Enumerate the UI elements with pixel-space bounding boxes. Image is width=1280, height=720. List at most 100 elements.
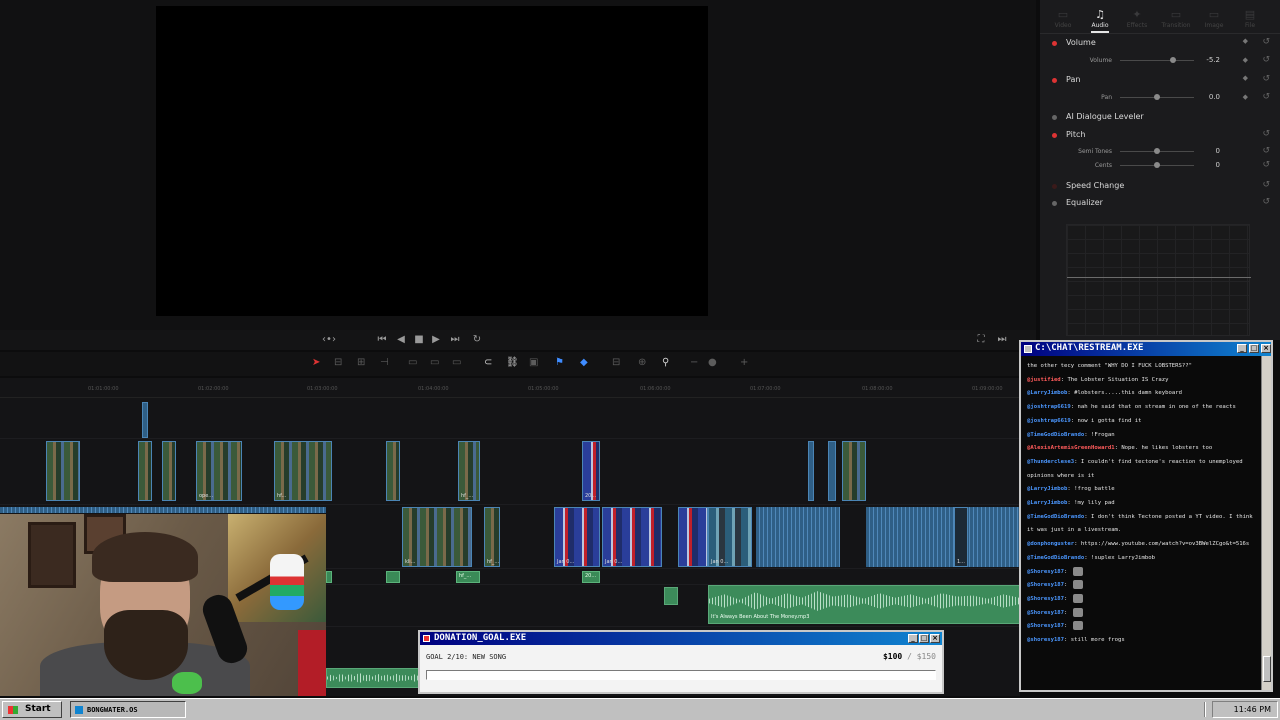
keyframe-icon[interactable]: ◆ (1243, 56, 1248, 64)
chat-username[interactable]: @Shoresy187 (1027, 610, 1064, 616)
enable-toggle[interactable] (1052, 41, 1057, 46)
equalizer-graph[interactable] (1066, 224, 1251, 336)
fullscreen-icon[interactable]: ⛶ (974, 333, 988, 347)
volume-value[interactable]: -5.2 (1190, 56, 1220, 64)
stop-icon[interactable]: ■ (412, 333, 426, 347)
zoom-out-icon[interactable]: − (690, 357, 698, 368)
chat-username[interactable]: @LarryJimbob (1027, 500, 1067, 506)
chat-username[interactable]: @Thunderclese3 (1027, 459, 1074, 465)
audio-clip[interactable] (664, 587, 678, 605)
pitch-section[interactable]: Pitch ↺ (1040, 128, 1280, 144)
keyframe-icon[interactable]: ◆ (1243, 37, 1248, 45)
close-button[interactable]: × (1261, 344, 1271, 353)
chat-username[interactable]: @TimeGodDioBrando (1027, 432, 1084, 438)
title-clip[interactable] (326, 571, 332, 583)
reset-icon[interactable]: ↺ (1262, 55, 1270, 65)
chat-username[interactable]: @LarryJimbob (1027, 390, 1067, 396)
overwrite-icon[interactable]: ▭ (430, 357, 439, 368)
lock-icon[interactable]: ▣ (529, 357, 538, 368)
zoom-in-icon[interactable]: + (740, 357, 748, 368)
reset-icon[interactable]: ↺ (1262, 37, 1270, 47)
marker-icon[interactable]: ◆ (580, 357, 588, 368)
enable-toggle[interactable] (1052, 78, 1057, 83)
pan-value[interactable]: 0.0 (1190, 93, 1220, 101)
clock[interactable]: 11:46 PM (1234, 705, 1271, 714)
replace-icon[interactable]: ▭ (452, 357, 461, 368)
donation-window[interactable]: DONATION_GOAL.EXE _ □ × GOAL 2/10: NEW S… (418, 630, 944, 694)
timecode-ruler[interactable]: 01:01:00:00 01:02:00:00 01:03:00:00 01:0… (0, 384, 1020, 398)
slider-knob[interactable] (1170, 57, 1176, 63)
video-clip[interactable] (138, 441, 152, 501)
selection-tool-icon[interactable]: ➤ (312, 357, 320, 368)
chat-username[interactable]: @TimeGodDioBrando (1027, 514, 1084, 520)
title-clip[interactable] (386, 571, 400, 583)
video-clip[interactable] (828, 441, 836, 501)
video-clip[interactable]: 1... (954, 507, 968, 567)
start-button[interactable]: Start (2, 701, 62, 718)
video-clip[interactable]: hf_... (484, 507, 500, 567)
video-clip[interactable]: ope... (196, 441, 242, 501)
volume-slider[interactable] (1120, 60, 1194, 61)
chat-username[interactable]: @Shoresy187 (1027, 569, 1064, 575)
chat-username[interactable]: @Shoresy187 (1027, 582, 1064, 588)
minimize-button[interactable]: _ (908, 634, 918, 643)
play-reverse-icon[interactable]: ◀ (394, 333, 408, 347)
tab-file[interactable]: ▤ File (1231, 8, 1269, 29)
dynamic-trim-icon[interactable]: ⊞ (357, 357, 365, 368)
blade-tool-icon[interactable]: ⊣ (380, 357, 389, 368)
chat-username[interactable]: @joshtrap6619 (1027, 404, 1071, 410)
audio-clip[interactable]: It's Always Been About The Money.mp3 (708, 585, 1020, 624)
reset-icon[interactable]: ↺ (1262, 197, 1270, 207)
flag-icon[interactable]: ⚑ (555, 357, 564, 368)
tab-audio[interactable]: ♫ Audio (1081, 8, 1119, 33)
snapping-icon[interactable]: ⊂ (484, 357, 492, 368)
video-clip[interactable] (142, 402, 148, 438)
equalizer-section[interactable]: Equalizer ↺ (1040, 196, 1280, 212)
taskbar-item-bongwater[interactable]: BONGWATER.OS (70, 701, 186, 718)
speed-change-section[interactable]: Speed Change ↺ (1040, 179, 1280, 195)
slider-knob[interactable] (1154, 162, 1160, 168)
maximize-button[interactable]: □ (1249, 344, 1259, 353)
video-clip[interactable]: Jan 0... (602, 507, 662, 567)
reset-icon[interactable]: ↺ (1262, 92, 1270, 102)
enable-toggle[interactable] (1052, 184, 1057, 189)
chat-username[interactable]: @LarryJimbob (1027, 486, 1067, 492)
maximize-button[interactable]: □ (919, 634, 929, 643)
chat-username[interactable]: @justified (1027, 377, 1061, 383)
zoom-custom-icon[interactable]: ⚲ (662, 357, 669, 368)
video-clip[interactable] (46, 441, 80, 501)
jog-control-icon[interactable]: ‹•› (322, 333, 336, 347)
tab-effects[interactable]: ✦ Effects (1118, 8, 1156, 29)
trim-tool-icon[interactable]: ⊟ (334, 357, 342, 368)
pan-section[interactable]: Pan ◆ ↺ (1040, 73, 1280, 89)
chat-username[interactable]: @AlexisArtemisGreenHoward1 (1027, 445, 1115, 451)
video-clip[interactable]: 20... (582, 441, 600, 501)
keyframe-icon[interactable]: ◆ (1243, 93, 1248, 101)
tab-video[interactable]: ▭ Video (1044, 8, 1082, 29)
reset-icon[interactable]: ↺ (1262, 180, 1270, 190)
video-clip[interactable]: kli... (402, 507, 472, 567)
reset-icon[interactable]: ↺ (1262, 129, 1270, 139)
play-icon[interactable]: ▶ (429, 333, 443, 347)
tab-image[interactable]: ▭ Image (1195, 8, 1233, 29)
title-clip[interactable]: 20... (582, 571, 600, 583)
reset-icon[interactable]: ↺ (1262, 74, 1270, 84)
video-clip[interactable] (808, 441, 814, 501)
zoom-slider-knob[interactable]: ● (708, 357, 717, 368)
video-clip-group[interactable] (866, 507, 1020, 567)
video-clip[interactable]: Jan 0... (708, 507, 752, 567)
chat-scrollbar[interactable] (1261, 356, 1271, 690)
video-clip-group[interactable] (756, 507, 840, 567)
reset-icon[interactable]: ↺ (1262, 160, 1270, 170)
video-clip[interactable] (386, 441, 400, 501)
chat-username[interactable]: @Shoresy187 (1027, 623, 1064, 629)
chat-messages[interactable]: the other tecy comment "WHY DO I FUCK LO… (1027, 360, 1259, 688)
reset-icon[interactable]: ↺ (1262, 146, 1270, 156)
tab-transition[interactable]: ▭ Transition (1157, 8, 1195, 29)
chat-username[interactable]: @donphonguster (1027, 541, 1074, 547)
video-clip[interactable]: Jan 0... (554, 507, 600, 567)
video-clip[interactable]: hf... (274, 441, 332, 501)
enable-toggle[interactable] (1052, 201, 1057, 206)
slider-knob[interactable] (1154, 148, 1160, 154)
audio-clip[interactable] (326, 668, 420, 688)
